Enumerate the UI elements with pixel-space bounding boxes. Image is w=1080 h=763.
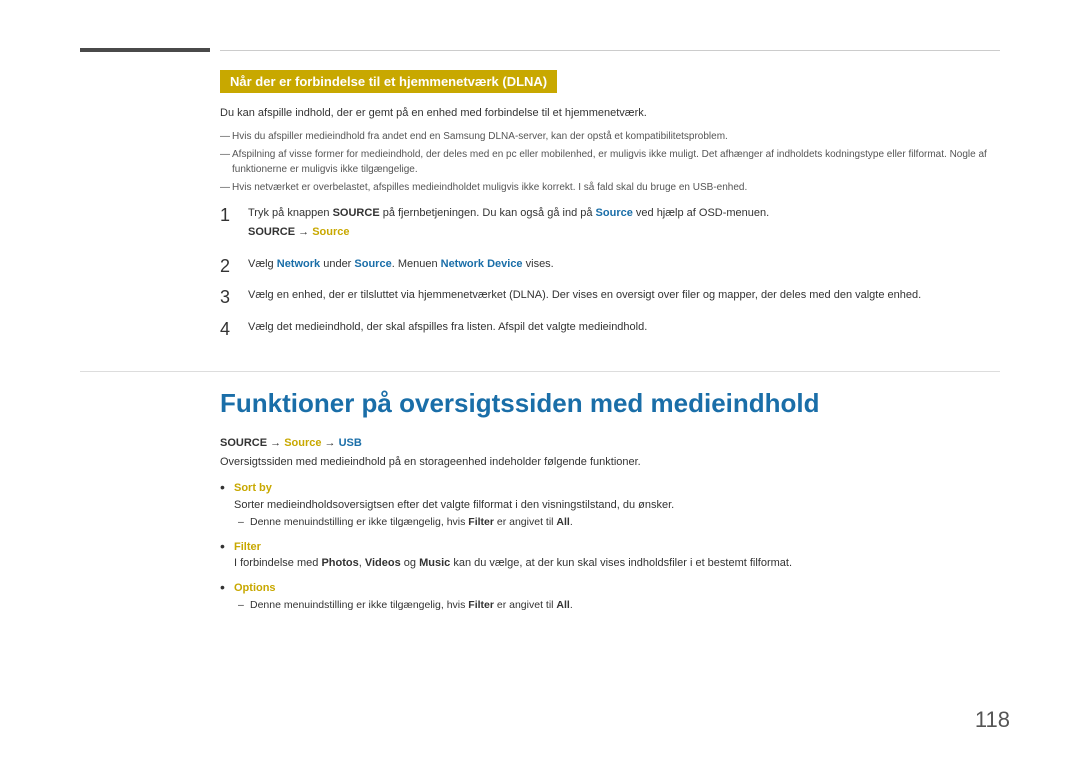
section1: Når der er forbindelse til et hjemmenetv… [80,70,1000,351]
arrow1: → [295,226,312,238]
usb-link: USB [339,437,362,449]
divider [80,371,1000,372]
source-path2: SOURCE → Source → USB [220,437,1000,449]
source-bold: SOURCE [248,226,295,238]
step1-text-after: ved hjælp af OSD-menuen. [633,207,769,219]
step2-text-mid: under [320,258,354,270]
step-4: 4 Vælg det medieindhold, der skal afspil… [220,319,1000,341]
note-3: Hvis netværket er overbelastet, afspille… [220,180,1000,195]
bullet-options: Options Denne menuindstilling er ikke ti… [220,580,1000,614]
subnote2-before: Denne menuindstilling er ikke tilgængeli… [250,599,468,611]
subnote1-end: . [570,516,573,528]
left-col [80,70,220,351]
step2-text-before: Vælg [248,258,277,270]
step1-text-mid: på fjernbetjeningen. Du kan også gå ind … [380,207,596,219]
page: Når der er forbindelse til et hjemmenetv… [0,0,1080,763]
filter-videos: Videos [365,557,401,569]
step-1: 1 Tryk på knappen SOURCE på fjernbetjeni… [220,205,1000,246]
step-3: 3 Vælg en enhed, der er tilsluttet via h… [220,287,1000,309]
subnote2-all: All [556,599,569,611]
step1-source-path: SOURCE → Source [248,224,1000,242]
right-col2: Funktioner på oversigtssiden med mediein… [220,388,1000,623]
desc-text: Oversigtssiden med medieindhold på en st… [220,454,1000,471]
step-2-content: Vælg Network under Source. Menuen Networ… [248,256,1000,274]
section2: Funktioner på oversigtssiden med mediein… [80,388,1000,623]
subnote2-mid: er angivet til [494,599,556,611]
arrow2b: → [321,437,338,449]
subnote1-mid: er angivet til [494,516,556,528]
page-number: 118 [975,707,1010,733]
source-bold2: SOURCE [220,437,267,449]
subnote2-end: . [570,599,573,611]
step2-network-device: Network Device [441,258,523,270]
source-link-orange: Source [312,226,349,238]
filter-photos: Photos [321,557,358,569]
sort-by-text: Sorter medieindholdsoversigtsen efter de… [234,499,674,511]
step1-source-link: Source [596,207,633,219]
bullet-filter: Filter I forbindelse med Photos, Videos … [220,539,1000,572]
step2-text-mid2: . Menuen [392,258,441,270]
section-heading: Når der er forbindelse til et hjemmenetv… [220,70,557,93]
filter-title: Filter [234,541,261,553]
options-subnote: Denne menuindstilling er ikke tilgængeli… [234,598,1000,614]
step-2-num: 2 [220,256,238,278]
light-rule [220,50,1000,51]
step2-text-end: vises. [523,258,554,270]
note-1: Hvis du afspiller medieindhold fra andet… [220,129,1000,144]
sort-by-title: Sort by [234,482,272,494]
source-link2: Source [284,437,321,449]
intro-text: Du kan afspille indhold, der er gemt på … [220,105,1000,123]
step-1-num: 1 [220,205,238,227]
step-4-content: Vælg det medieindhold, der skal afspille… [248,319,1000,337]
filter-og: og [401,557,419,569]
bullet-sort-by: Sort by Sorter medieindholdsoversigtsen … [220,480,1000,531]
filter-text-before: I forbindelse med [234,557,321,569]
step1-text-before: Tryk på knappen [248,207,333,219]
dark-rule [80,48,210,52]
note-2: Afspilning af visse former for medieindh… [220,147,1000,177]
step-3-num: 3 [220,287,238,309]
arrow2a: → [267,437,284,449]
subnote1-all: All [556,516,569,528]
bullet-list: Sort by Sorter medieindholdsoversigtsen … [220,480,1000,614]
step1-source-bold: SOURCE [333,207,380,219]
right-col: Når der er forbindelse til et hjemmenetv… [220,70,1000,351]
step2-network: Network [277,258,320,270]
step-4-num: 4 [220,319,238,341]
subnote2-filter: Filter [468,599,494,611]
top-bar [80,40,1000,52]
subnote1-filter: Filter [468,516,494,528]
filter-music: Music [419,557,450,569]
step2-source: Source [354,258,391,270]
step-1-content: Tryk på knappen SOURCE på fjernbetjening… [248,205,1000,246]
steps: 1 Tryk på knappen SOURCE på fjernbetjeni… [220,205,1000,341]
subnote1-before: Denne menuindstilling er ikke tilgængeli… [250,516,468,528]
options-title: Options [234,582,276,594]
main-title: Funktioner på oversigtssiden med mediein… [220,388,1000,419]
left-col2 [80,388,220,623]
filter-text-after: kan du vælge, at der kun skal vises indh… [450,557,792,569]
sort-by-subnote: Denne menuindstilling er ikke tilgængeli… [234,515,1000,531]
step-2: 2 Vælg Network under Source. Menuen Netw… [220,256,1000,278]
step-3-content: Vælg en enhed, der er tilsluttet via hje… [248,287,1000,305]
top-bar-left [80,40,220,52]
